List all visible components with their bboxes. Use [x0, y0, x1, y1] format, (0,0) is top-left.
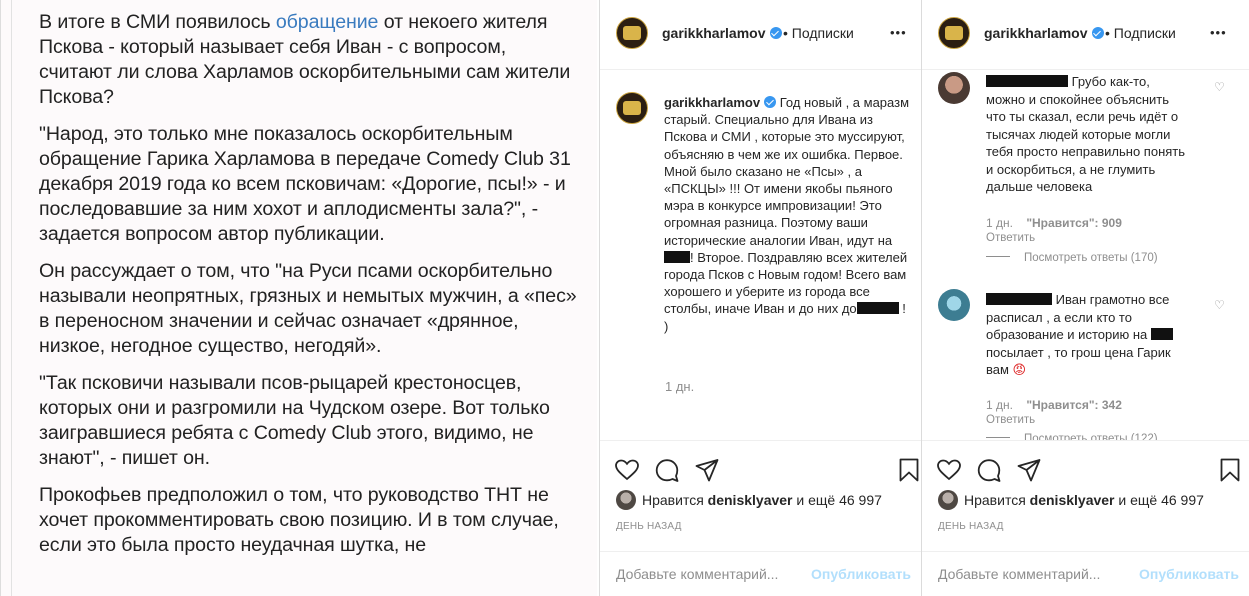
follow-status-label: Подписки	[791, 25, 854, 41]
username-text: garikkharlamov	[662, 25, 766, 41]
comment-like-heart-icon[interactable]: ♡	[1214, 80, 1225, 94]
comment-reply-button[interactable]: Ответить	[986, 414, 1035, 426]
follow-status[interactable]: • Подписки	[1105, 25, 1176, 41]
save-bookmark-icon[interactable]	[896, 457, 922, 483]
more-options-icon[interactable]: •••	[1210, 25, 1227, 40]
post-username[interactable]: garikkharlamov	[984, 25, 1104, 41]
post-caption: garikkharlamov Год новый , а маразм стар…	[664, 94, 910, 335]
view-replies-label: Посмотреть ответы (170)	[1024, 252, 1158, 264]
post-date[interactable]: ДЕНЬ НАЗАД	[616, 521, 682, 532]
follow-status[interactable]: • Подписки	[783, 25, 854, 41]
article-text: В итоге в СМИ появилось	[39, 11, 276, 33]
comment-text: Иван грамотно все расписал , а если кто …	[986, 291, 1186, 379]
profile-avatar[interactable]	[616, 17, 648, 49]
article-paragraph-4: "Так псковичи называли псов-рыцарей крес…	[39, 372, 550, 469]
comment-text: Грубо как-то, можно и спокойнее объяснит…	[986, 73, 1186, 196]
like-heart-icon[interactable]	[614, 457, 640, 483]
commenter-avatar[interactable]	[938, 72, 970, 104]
redaction-box	[1150, 328, 1173, 340]
article-paragraph-1: В итоге в СМИ появилось обращение от нек…	[39, 10, 584, 110]
separator-dot: •	[1105, 25, 1110, 41]
comment-body: Грубо как-то, можно и спокойнее объяснит…	[986, 74, 1186, 194]
redaction-box	[856, 302, 899, 315]
add-comment-bar: Добавьте комментарий... Опубликовать	[600, 551, 921, 596]
commenter-avatar[interactable]	[938, 289, 970, 321]
angry-face-icon: 😡	[1012, 362, 1027, 377]
replies-divider	[986, 437, 1010, 438]
post-header: garikkharlamov • Подписки •••	[600, 0, 921, 70]
likes-text: Нравится denisklyaver и ещё 46 997	[642, 492, 882, 508]
publish-button[interactable]: Опубликовать	[1139, 566, 1239, 582]
liker-avatar[interactable]	[616, 490, 636, 510]
save-bookmark-icon[interactable]	[1217, 457, 1243, 483]
post-username[interactable]: garikkharlamov	[662, 25, 782, 41]
liker-username[interactable]: denisklyaver	[708, 492, 793, 508]
caption-text: Год новый , а маразм старый. Специально …	[664, 95, 910, 248]
view-replies-link[interactable]: Посмотреть ответы (170)	[986, 252, 1158, 264]
redaction-box	[986, 293, 1052, 305]
profile-avatar[interactable]	[938, 17, 970, 49]
comment-time[interactable]: 1 дн.	[986, 216, 1013, 230]
like-heart-icon[interactable]	[936, 457, 962, 483]
article-panel: В итоге в СМИ появилось обращение от нек…	[0, 0, 597, 596]
replies-divider	[986, 256, 1010, 257]
username-text: garikkharlamov	[984, 25, 1088, 41]
redaction-box	[664, 250, 690, 263]
instagram-post-caption-panel: garikkharlamov • Подписки ••• garikkharl…	[599, 0, 921, 596]
comment-like-heart-icon[interactable]: ♡	[1214, 298, 1225, 312]
comment-time[interactable]: 1 дн.	[986, 398, 1013, 412]
article-body: В итоге в СМИ появилось обращение от нек…	[39, 10, 584, 570]
publish-button[interactable]: Опубликовать	[811, 566, 911, 582]
likes-prefix: Нравится	[964, 492, 1030, 508]
comment-meta: 1 дн. "Нравится": 342	[986, 398, 1122, 412]
share-send-icon[interactable]	[694, 457, 720, 483]
verified-badge-icon	[769, 27, 782, 39]
caption-username[interactable]: garikkharlamov	[664, 95, 777, 110]
post-actions-section: Нравится denisklyaver и ещё 46 997 ДЕНЬ …	[922, 440, 1249, 596]
follow-status-label: Подписки	[1113, 25, 1176, 41]
editor-gutter-line	[11, 0, 12, 596]
likes-text: Нравится denisklyaver и ещё 46 997	[964, 492, 1204, 508]
verified-badge-icon	[764, 96, 777, 108]
separator-dot: •	[783, 25, 788, 41]
likes-prefix: Нравится	[642, 492, 708, 508]
comment-input[interactable]: Добавьте комментарий...	[938, 566, 1100, 582]
comment-likes[interactable]: "Нравится": 909	[1026, 216, 1122, 230]
liker-avatar[interactable]	[938, 490, 958, 510]
comment-bubble-icon[interactable]	[654, 457, 680, 483]
article-paragraph-5: Прокофьев предположил о том, что руковод…	[39, 484, 559, 556]
comment-input[interactable]: Добавьте комментарий...	[616, 566, 778, 582]
verified-badge-icon	[1091, 27, 1104, 39]
comment-bubble-icon[interactable]	[976, 457, 1002, 483]
likes-count[interactable]: и ещё 46 997	[793, 492, 882, 508]
comment-likes[interactable]: "Нравится": 342	[1026, 398, 1122, 412]
caption-timestamp[interactable]: 1 дн.	[665, 379, 694, 394]
username-text: garikkharlamov	[664, 95, 761, 110]
article-paragraph-3: Он рассуждает о том, что "на Руси псами …	[39, 260, 577, 357]
post-actions-section: Нравится denisklyaver и ещё 46 997 ДЕНЬ …	[600, 440, 921, 596]
liker-username[interactable]: denisklyaver	[1030, 492, 1115, 508]
more-options-icon[interactable]: •••	[890, 25, 907, 40]
redaction-box	[986, 75, 1068, 87]
post-date[interactable]: ДЕНЬ НАЗАД	[938, 521, 1004, 532]
article-link-appeal[interactable]: обращение	[276, 11, 379, 33]
post-header: garikkharlamov • Подписки •••	[922, 0, 1249, 70]
likes-count[interactable]: и ещё 46 997	[1115, 492, 1204, 508]
add-comment-bar: Добавьте комментарий... Опубликовать	[922, 551, 1249, 596]
comment-meta: 1 дн. "Нравится": 909	[986, 216, 1122, 230]
instagram-post-comments-panel: garikkharlamov • Подписки ••• Грубо как-…	[921, 0, 1249, 596]
comment-reply-button[interactable]: Ответить	[986, 232, 1035, 244]
share-send-icon[interactable]	[1016, 457, 1042, 483]
caption-avatar[interactable]	[616, 92, 648, 124]
article-paragraph-2: "Народ, это только мне показалось оскорб…	[39, 123, 571, 245]
